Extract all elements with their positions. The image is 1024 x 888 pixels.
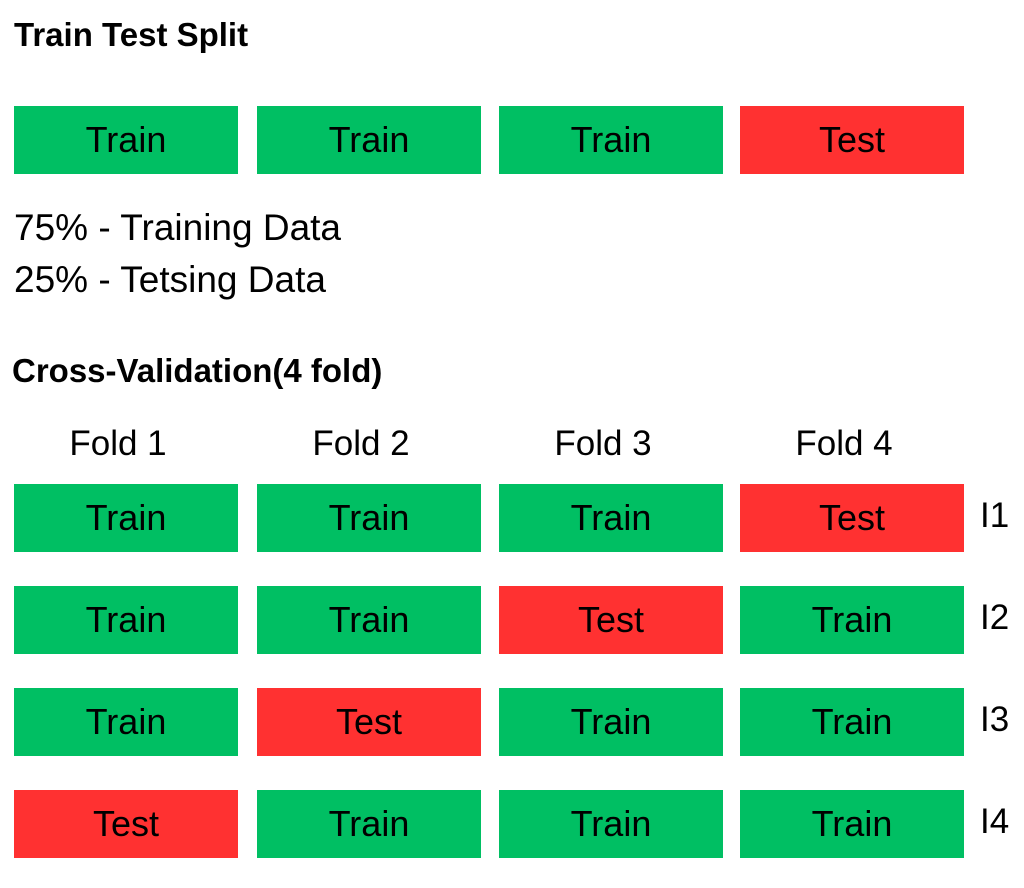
cv-block-r4-c2: Train (257, 790, 481, 858)
cv-block-r2-c3: Test (499, 586, 723, 654)
cv-block-r3-c4: Train (740, 688, 964, 756)
cv-title: Cross-Validation(4 fold) (12, 352, 383, 389)
split-block-2-train: Train (257, 106, 481, 174)
cv-block-r4-c3: Train (499, 790, 723, 858)
split-block-3-train: Train (499, 106, 723, 174)
cv-block-r1-c1: Train (14, 484, 238, 552)
iteration-label-1: I1 (980, 496, 1010, 535)
cv-block-r1-c4: Test (740, 484, 964, 552)
cv-block-r3-c1: Train (14, 688, 238, 756)
fold-header-2: Fold 2 (312, 424, 410, 463)
iteration-label-4: I4 (980, 802, 1010, 841)
cv-block-r2-c1: Train (14, 586, 238, 654)
training-pct-line: 75% - Training Data (14, 207, 342, 248)
cv-block-r1-c3: Train (499, 484, 723, 552)
cv-block-r4-c4: Train (740, 790, 964, 858)
iteration-label-3: I3 (980, 700, 1010, 739)
split-block-4-test: Test (740, 106, 964, 174)
cv-block-r2-c4: Train (740, 586, 964, 654)
split-title: Train Test Split (14, 16, 249, 53)
cv-block-r3-c3: Train (499, 688, 723, 756)
split-block-1-train: Train (14, 106, 238, 174)
cv-block-r3-c2: Test (257, 688, 481, 756)
iteration-label-2: I2 (980, 598, 1010, 637)
fold-header-4: Fold 4 (795, 424, 893, 463)
cv-block-r1-c2: Train (257, 484, 481, 552)
cv-block-r2-c2: Train (257, 586, 481, 654)
cv-block-r4-c1: Test (14, 790, 238, 858)
fold-header-3: Fold 3 (554, 424, 652, 463)
fold-header-1: Fold 1 (69, 424, 167, 463)
testing-pct-line: 25% - Tetsing Data (14, 259, 326, 300)
